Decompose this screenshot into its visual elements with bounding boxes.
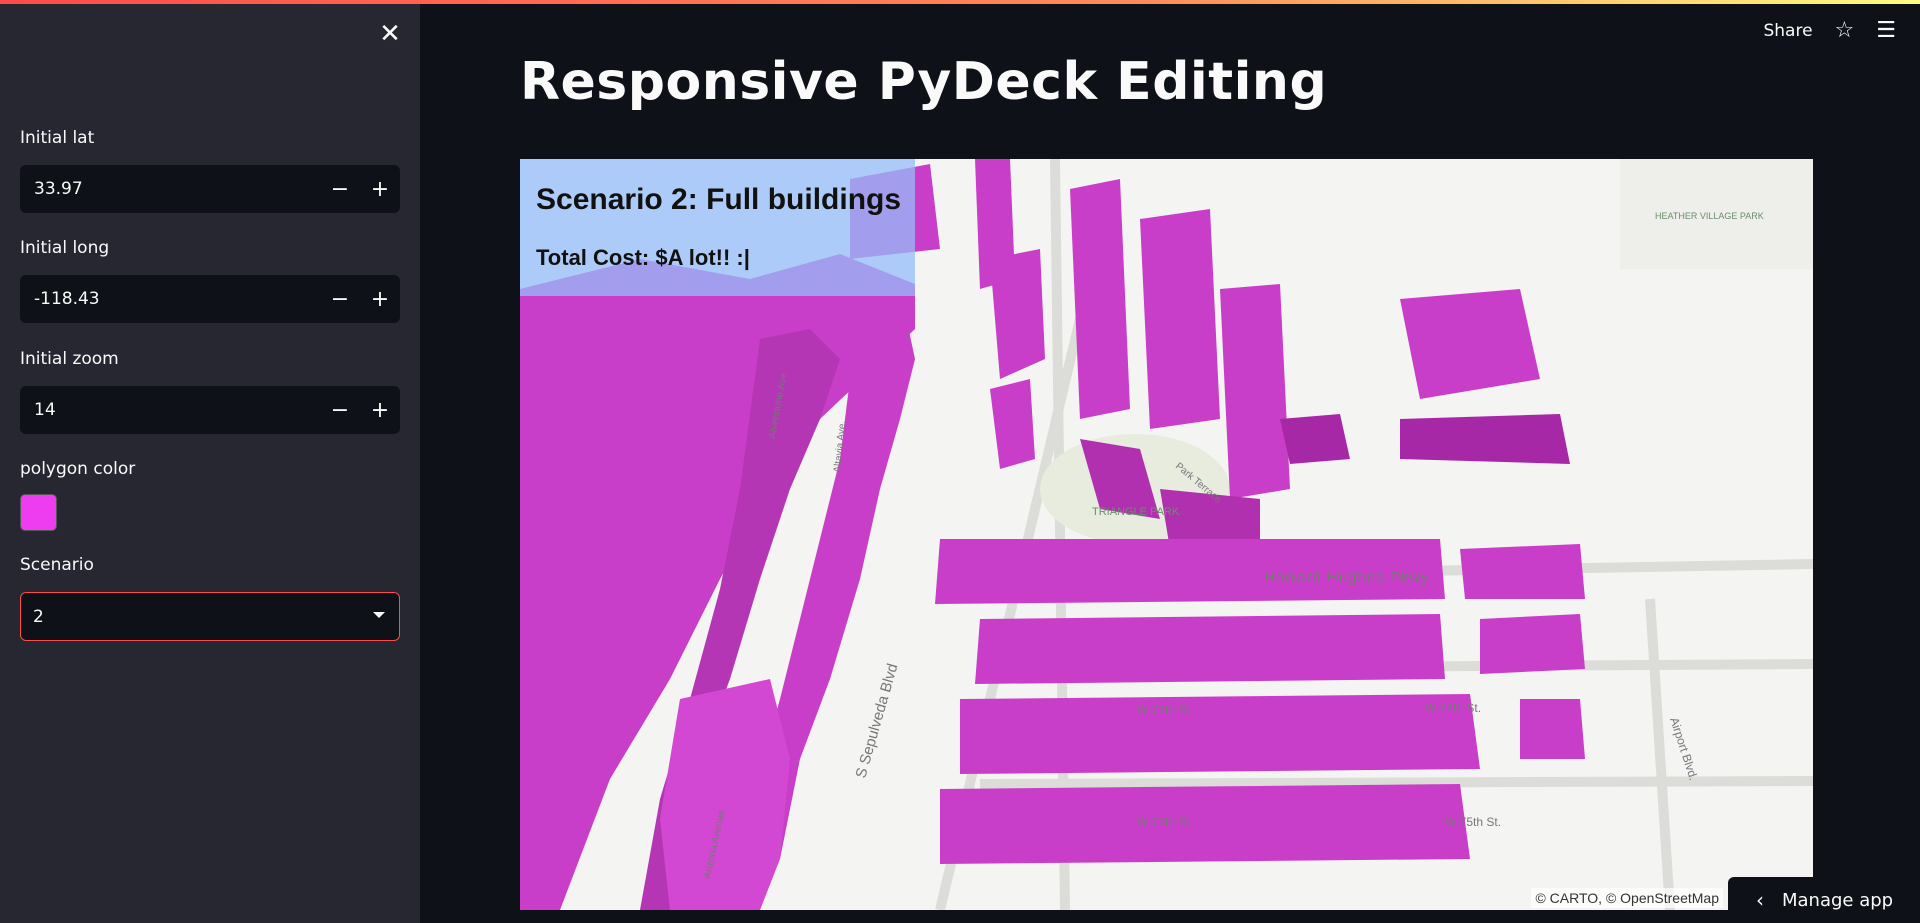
lat-input[interactable]: 33.97 − + <box>20 165 400 213</box>
building-block-north-low <box>990 379 1035 469</box>
building-tower-3 <box>1220 284 1290 499</box>
zoom-decrement-button[interactable]: − <box>320 386 360 434</box>
scenario-value: 2 <box>33 606 44 627</box>
overlay-cost: Total Cost: $A lot!! :| <box>536 245 750 270</box>
hamburger-menu-icon[interactable]: ☰ <box>1876 18 1896 43</box>
star-icon[interactable]: ☆ <box>1835 18 1855 43</box>
chevron-down-icon <box>373 612 385 618</box>
building-row-w75th-east <box>1520 699 1585 759</box>
map-attribution[interactable]: © CARTO, © OpenStreetMap <box>1531 888 1723 908</box>
pydeck-map[interactable]: Howard Hughes Pkwy S Sepulveda Blvd W 74… <box>520 159 1813 910</box>
label-w75th-2: W 75th St. <box>1445 815 1501 829</box>
zoom-input[interactable]: 14 − + <box>20 386 400 434</box>
overlay-title: Scenario 2: Full buildings <box>536 183 902 216</box>
building-block-u-2 <box>1400 414 1570 464</box>
long-decrement-button[interactable]: − <box>320 275 360 323</box>
header-actions: Share ☆ ☰ <box>1763 18 1896 43</box>
lat-value[interactable]: 33.97 <box>20 179 320 199</box>
lat-decrement-button[interactable]: − <box>320 165 360 213</box>
long-input[interactable]: -118.43 − + <box>20 275 400 323</box>
building-block-large-sw <box>660 679 790 910</box>
label-w74th-1: W 74th St. <box>1137 703 1193 717</box>
label-airport: Airport Blvd. <box>1667 716 1701 782</box>
road-airport <box>1645 598 1675 910</box>
label-triangle-park: TRIANGLE PARK <box>1092 506 1180 518</box>
building-block-north-mid <box>990 249 1045 379</box>
close-icon[interactable]: ✕ <box>376 20 404 48</box>
scenario-overlay: Scenario 2: Full buildings Total Cost: $… <box>520 159 915 296</box>
building-row-w74th-east <box>1460 544 1585 599</box>
long-increment-button[interactable]: + <box>360 275 400 323</box>
page-title: Responsive PyDeck Editing <box>520 52 1328 112</box>
scenario-select[interactable]: 2 <box>20 592 400 641</box>
lat-label: Initial lat <box>20 128 95 148</box>
building-row-w75th <box>960 694 1480 774</box>
building-block-u-1 <box>1280 414 1350 464</box>
label-sepulveda: S Sepulveda Blvd <box>853 662 902 781</box>
building-row-mid-east <box>1480 614 1585 674</box>
manage-app-button[interactable]: ‹ Manage app <box>1728 877 1920 923</box>
lat-increment-button[interactable]: + <box>360 165 400 213</box>
building-block-east <box>1400 289 1540 399</box>
label-w74th-2: W 74th St. <box>1425 701 1481 715</box>
chevron-left-icon: ‹ <box>1756 888 1764 912</box>
building-tower-1 <box>1070 179 1130 419</box>
scenario-label: Scenario <box>20 555 94 575</box>
long-label: Initial long <box>20 238 110 258</box>
share-button[interactable]: Share <box>1763 21 1812 41</box>
color-picker-swatch[interactable] <box>20 494 57 531</box>
zoom-increment-button[interactable]: + <box>360 386 400 434</box>
sidebar: ✕ Initial lat 33.97 − + Initial long -11… <box>0 0 420 923</box>
top-decoration-bar <box>0 0 1920 4</box>
label-w75th-1: W 75th St. <box>1137 815 1193 829</box>
color-label: polygon color <box>20 459 136 479</box>
label-heather-village-park: HEATHER VILLAGE PARK <box>1655 211 1764 221</box>
building-tower-2 <box>1140 209 1220 429</box>
zoom-value[interactable]: 14 <box>20 400 320 420</box>
building-row-mid <box>975 614 1445 684</box>
label-howard-hughes: Howard Hughes Pkwy <box>1264 569 1430 586</box>
zoom-label: Initial zoom <box>20 349 119 369</box>
long-value[interactable]: -118.43 <box>20 289 320 309</box>
building-row-south <box>940 784 1470 864</box>
manage-app-label: Manage app <box>1782 889 1894 911</box>
